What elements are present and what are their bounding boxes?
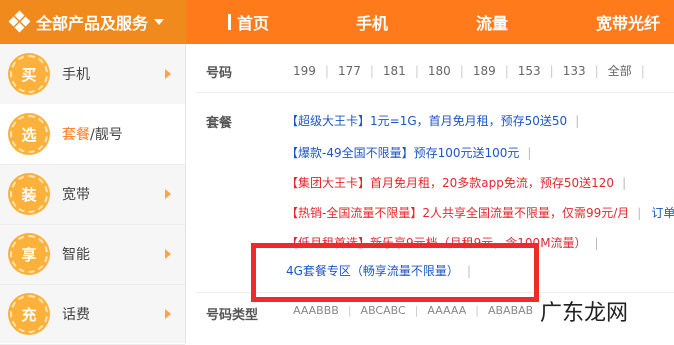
package-desc: 1元=1G，首月免月租，预存50送50	[370, 114, 568, 128]
prefix-option[interactable]: 181	[374, 64, 415, 78]
prefix-option[interactable]: 177	[329, 64, 370, 78]
prefix-option-all[interactable]: 全部	[599, 62, 641, 79]
sidebar-item-phone[interactable]: 买 手机	[0, 44, 185, 105]
package-desc: 首月免月租，20多款app免流，预存50送120	[370, 176, 615, 190]
caret-down-icon	[154, 19, 165, 25]
sidebar-item-label: 套餐/靓号	[62, 124, 123, 144]
sidebar-item-smart[interactable]: 享 智能	[0, 224, 185, 285]
package-filter-label: 套餐	[206, 116, 233, 131]
sidebar-item-label: 话费	[62, 307, 90, 323]
package-name: 【集团大王卡】	[286, 176, 371, 190]
nav-data[interactable]: 流量	[476, 0, 508, 44]
type-option[interactable]: ABABAB	[479, 304, 542, 317]
sidebar-item-label: 手机	[62, 67, 90, 83]
sidebar-item-label: 智能	[62, 247, 90, 263]
prefix-option[interactable]: 189	[464, 64, 505, 78]
enjoy-badge: 享	[10, 235, 48, 273]
nav-broadband-label: 宽带光纤	[596, 14, 661, 33]
sidebar-item-label-rest: /靓号	[90, 127, 123, 143]
highlight-box	[251, 243, 539, 302]
prefix-option[interactable]: 199	[284, 64, 325, 78]
package-link[interactable]: 【爆款-49全国不限量】预存100元送100元 |	[286, 144, 531, 161]
package-link[interactable]: 【热销-全国流量不限量】2人共享全国流量不限量，仅需99元/月 | 订单	[286, 204, 674, 221]
package-link[interactable]: 【集团大王卡】首月免月租，20多款app免流，预存50送120 |	[286, 174, 626, 191]
nav-phone-label: 手机	[356, 14, 389, 33]
package-link[interactable]: 【超级大王卡】1元=1G，首月免月租，预存50送50 |	[286, 112, 579, 129]
nav-phone[interactable]: 手机	[356, 0, 388, 44]
package-name: 【爆款-49全国不限量】	[286, 146, 414, 160]
sidebar-item-label-highlight: 套餐	[62, 127, 90, 143]
sidebar-item-label: 宽带	[62, 187, 90, 203]
chevron-right-icon	[165, 309, 171, 319]
type-option[interactable]: AAABBB	[284, 304, 348, 317]
package-desc: 预存100元送100元	[413, 146, 520, 160]
category-grid-icon	[8, 10, 31, 33]
prefix-option[interactable]: 153	[509, 64, 550, 78]
number-type-label: 号码类型	[206, 308, 259, 323]
nav-separator	[228, 14, 231, 30]
nav-broadband[interactable]: 宽带光纤	[596, 0, 660, 44]
nav-home-label: 首页	[237, 14, 270, 33]
watermark-text: 广东龙网	[540, 301, 629, 326]
prefix-option[interactable]: 133	[554, 64, 595, 78]
package-name: 【热销-全国流量不限量】	[286, 206, 423, 220]
charge-badge: 充	[10, 295, 48, 333]
number-prefix-list: 199 | 177 | 181 | 180 | 189 | 153 | 133 | 全部 |	[284, 62, 645, 79]
nav-home[interactable]: 首页	[228, 0, 269, 44]
type-option[interactable]: AAAAA	[418, 304, 475, 317]
all-products-label: 全部产品及服务	[36, 14, 149, 33]
package-desc: 2人共享全国流量不限量，仅需99元/月	[422, 206, 630, 220]
all-products-menu[interactable]: 全部产品及服务	[0, 0, 186, 44]
chevron-right-icon	[165, 69, 171, 79]
nav-data-label: 流量	[476, 14, 509, 33]
sidebar-item-broadband[interactable]: 装 宽带	[0, 164, 185, 225]
chevron-right-icon	[165, 249, 171, 259]
number-filter-label: 号码	[206, 66, 233, 81]
buy-badge: 买	[10, 55, 48, 93]
package-name: 【超级大王卡】	[286, 114, 371, 128]
prefix-option[interactable]: 180	[419, 64, 460, 78]
sidebar-item-plans[interactable]: 选 套餐/靓号	[0, 104, 185, 165]
divider	[196, 92, 674, 93]
sidebar-item-topup[interactable]: 充 话费	[0, 284, 185, 345]
type-option[interactable]: ABCABC	[352, 304, 415, 317]
order-link[interactable]: 订单	[651, 206, 674, 220]
number-type-list: AAABBB | ABCABC | AAAAA | ABABAB	[284, 304, 542, 317]
chevron-right-icon	[165, 189, 171, 199]
category-sidebar: 买 手机 选 套餐/靓号 装 宽带 享 智能 充 话费	[0, 44, 186, 345]
install-badge: 装	[10, 175, 48, 213]
select-badge: 选	[10, 115, 48, 153]
